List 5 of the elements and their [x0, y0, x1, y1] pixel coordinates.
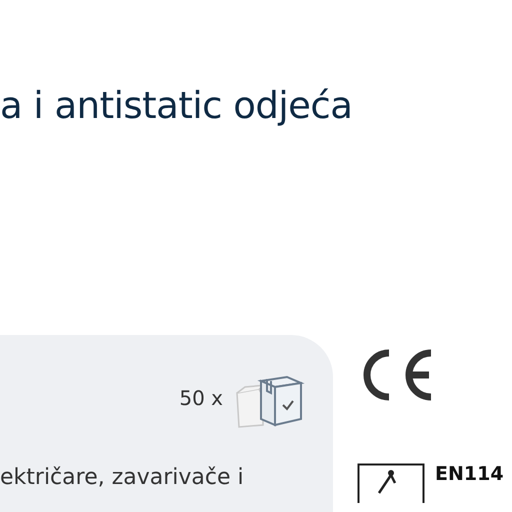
page-title: a i antistatic odjeća: [0, 83, 354, 129]
product-description: ektričare, zavarivače i: [0, 465, 245, 490]
standard-code: EN114: [435, 463, 504, 485]
package-quantity: 50 x: [179, 386, 223, 410]
standard-icon: [357, 463, 425, 503]
